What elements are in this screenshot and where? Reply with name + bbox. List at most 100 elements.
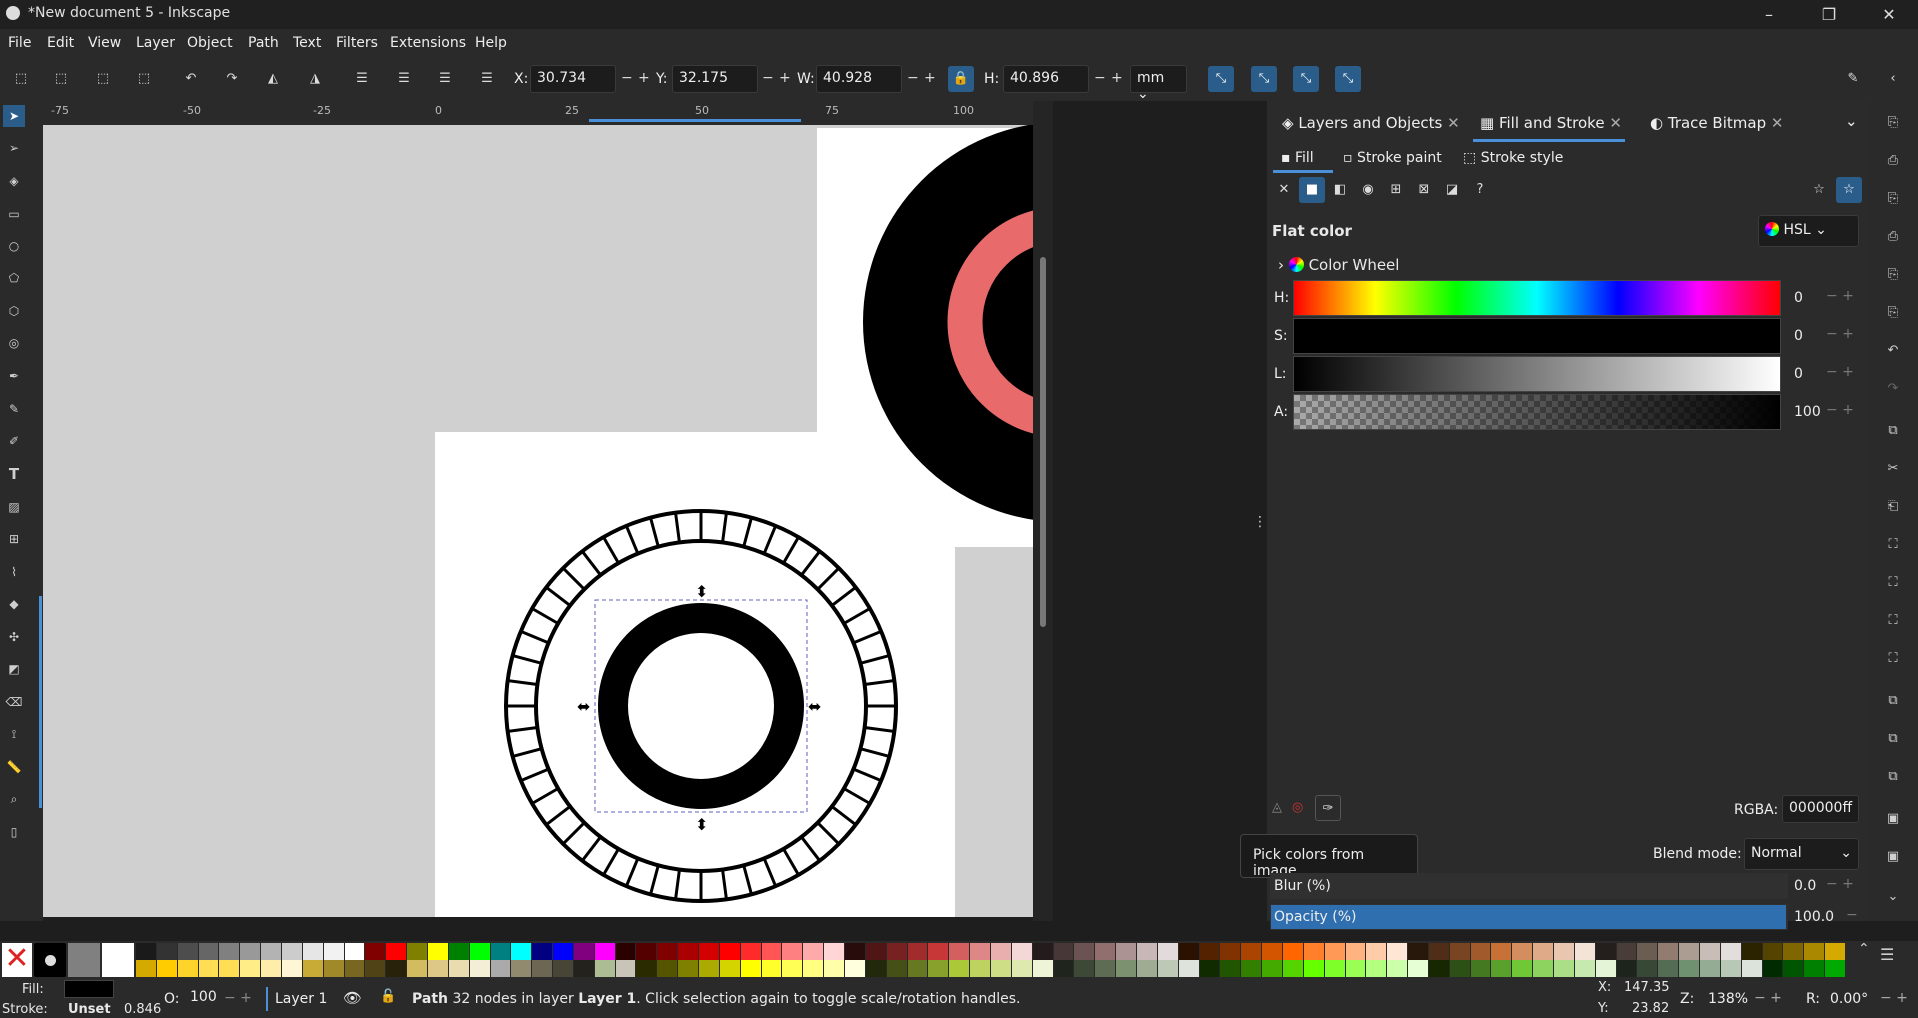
palette-swatch[interactable] [156,943,177,960]
palette-swatch[interactable] [907,943,928,960]
palette-swatch[interactable] [344,960,365,977]
palette-swatch[interactable] [365,960,386,977]
palette-swatch[interactable] [1199,960,1220,977]
palette-swatch[interactable] [1700,943,1720,960]
palette-swatch[interactable] [302,943,323,960]
more-commands-chevron-icon[interactable]: ⌄ [1880,886,1906,908]
palette-swatch[interactable] [928,943,949,960]
palette-swatch[interactable] [1554,960,1574,977]
3d-box-tool-icon[interactable]: ⬡ [3,300,25,322]
palette-swatch[interactable] [1512,943,1533,960]
h-input[interactable]: 40.896 [1003,65,1089,93]
palette-scroll-up-icon[interactable]: ⌃ [1858,941,1870,957]
palette-swatch[interactable] [323,943,344,960]
mesh-tool-icon[interactable]: ⊞ [3,528,25,550]
palette-swatch[interactable] [365,943,386,960]
palette-swatch[interactable] [1637,960,1658,977]
palette-swatch[interactable] [1262,943,1282,960]
palette-swatch[interactable] [886,960,907,977]
palette-swatch[interactable] [281,960,302,977]
palette-swatch[interactable] [845,960,865,977]
lock-ratio-icon[interactable]: 🔒 [948,66,974,92]
palette-swatch[interactable] [198,943,219,960]
palette-swatch[interactable] [1324,943,1345,960]
palette-swatch[interactable] [240,960,261,977]
palette-swatch[interactable] [1470,943,1491,960]
palette-swatch[interactable] [1366,943,1387,960]
select-same-icon[interactable]: ⬚ [131,66,157,92]
palette-swatch[interactable] [1241,960,1262,977]
rotation-value[interactable]: 0.00° [1830,991,1868,1007]
palette-swatch[interactable] [553,943,573,960]
rgba-input[interactable]: 000000ff [1782,795,1859,823]
palette-swatch[interactable] [553,960,573,977]
pen-tool-icon[interactable]: ✒ [3,365,25,387]
palette-swatch[interactable] [1616,960,1637,977]
palette-swatch[interactable] [1616,943,1637,960]
palette-swatch[interactable] [198,960,219,977]
palette-swatch[interactable] [156,960,177,977]
menu-edit[interactable]: Edit [47,35,74,51]
selector-tool-icon[interactable]: ➤ [3,105,25,127]
palette-swatch[interactable] [991,960,1011,977]
palette-swatch[interactable] [824,943,844,960]
palette-swatch[interactable] [907,960,928,977]
menu-view[interactable]: View [88,35,121,51]
hue-value[interactable]: 0 [1794,290,1803,306]
palette-swatch[interactable] [407,943,427,960]
opacity-stepper[interactable]: − [1846,907,1858,923]
palette-swatch[interactable] [1178,943,1199,960]
palette-swatch[interactable] [1449,943,1470,960]
dock-resize-handle[interactable]: ⋮ [1253,514,1267,530]
palette-swatch[interactable] [1679,943,1699,960]
menu-text[interactable]: Text [293,35,321,51]
no-paint-icon[interactable]: ✕ [1271,177,1297,203]
palette-swatch[interactable] [281,943,302,960]
palette-swatch[interactable] [824,960,844,977]
eye-icon[interactable]: 👁 [343,989,362,1007]
unit-select[interactable]: mm ⌄ [1130,65,1187,102]
palette-swatch[interactable] [1783,943,1804,960]
palette-swatch[interactable] [386,943,407,960]
palette-swatch[interactable] [1116,943,1136,960]
select-all-layers-icon[interactable]: ⬚ [48,66,74,92]
swatch-gray[interactable] [68,943,100,977]
palette-swatch[interactable] [1428,960,1449,977]
blur-stepper[interactable]: − + [1826,876,1854,892]
palette-swatch[interactable] [1220,960,1241,977]
close-icon[interactable]: ✕ [1447,114,1460,132]
palette-swatch[interactable] [1762,943,1783,960]
lightness-stepper[interactable]: − + [1826,364,1854,380]
palette-swatch[interactable] [573,960,594,977]
copy-icon[interactable]: ⧉ [1880,420,1906,442]
dock-menu-chevron-icon[interactable]: ⌄ [1845,112,1858,130]
opacity-value[interactable]: 100.0 [1794,909,1834,925]
palette-swatch[interactable] [136,960,156,977]
export-icon[interactable]: ⎘ [1880,302,1906,324]
palette-swatch[interactable] [407,960,427,977]
palette-swatch[interactable] [1700,960,1720,977]
palette-swatch[interactable] [1533,960,1554,977]
palette-swatch[interactable] [699,943,719,960]
zoom-width-icon[interactable]: ⛶ [1880,648,1906,670]
palette-swatch[interactable] [949,960,970,977]
palette-swatch[interactable] [490,943,511,960]
palette-swatch[interactable] [1032,943,1053,960]
palette-swatch[interactable] [261,960,281,977]
hue-slider[interactable] [1293,280,1781,316]
unset-paint-icon[interactable]: ? [1467,177,1493,203]
palette-swatch[interactable] [1804,943,1825,960]
color-wheel-expander[interactable]: › Color Wheel [1278,256,1399,274]
tab-layers-and-objects[interactable]: ◈ Layers and Objects ✕ [1282,114,1460,132]
palette-swatch[interactable] [1595,960,1616,977]
spiral-tool-icon[interactable]: ◎ [3,332,25,354]
calligraphy-tool-icon[interactable]: ✐ [3,430,25,452]
palette-swatch[interactable] [177,960,198,977]
radial-gradient-icon[interactable]: ◉ [1355,177,1381,203]
palette-swatch[interactable] [1032,960,1053,977]
palette-swatch[interactable] [803,960,824,977]
palette-swatch[interactable] [1554,943,1574,960]
clone-icon[interactable]: ⧉ [1880,728,1906,750]
cut-icon[interactable]: ✂ [1880,458,1906,480]
ungroup-icon[interactable]: ▣ [1880,846,1906,868]
